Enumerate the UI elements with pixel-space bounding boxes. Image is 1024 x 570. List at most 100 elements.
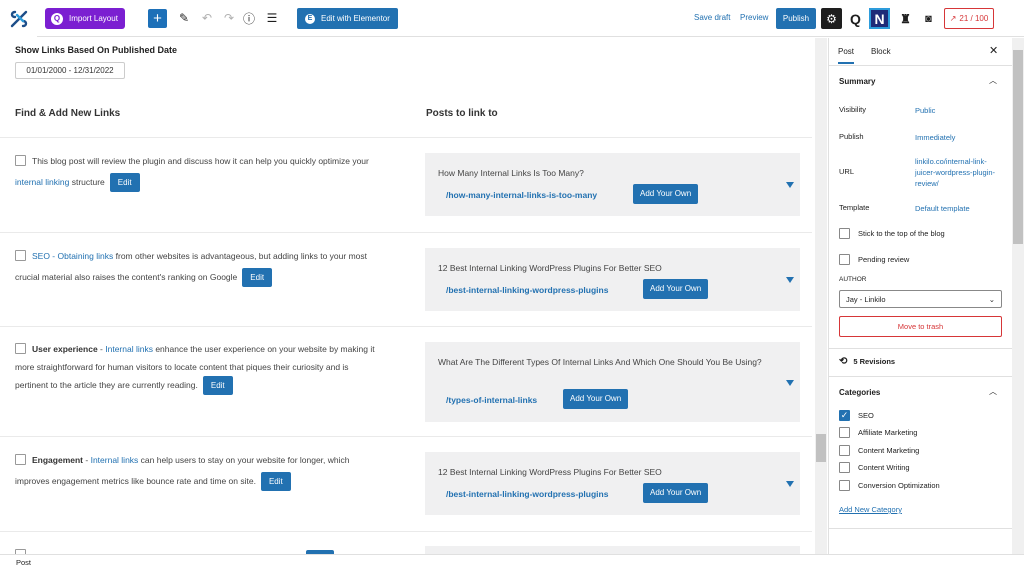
target-post-title: What Are The Different Types Of Internal… xyxy=(438,357,762,367)
author-select[interactable]: Jay - Linkilo ⌄ xyxy=(839,290,1002,308)
site-logo-icon[interactable] xyxy=(0,0,37,37)
add-new-category-link[interactable]: Add New Category xyxy=(839,505,902,514)
target-post-title: 12 Best Internal Linking WordPress Plugi… xyxy=(438,467,662,477)
row-checkbox[interactable] xyxy=(15,250,26,261)
quads-plugin-icon[interactable]: Q xyxy=(845,8,866,29)
date-filter-title: Show Links Based On Published Date xyxy=(15,45,178,55)
author-value: Jay - Linkilo xyxy=(846,294,886,304)
target-post-box: What Are The Different Types Of Internal… xyxy=(425,342,800,422)
score-value: 21 / 100 xyxy=(959,14,989,23)
category-checkbox[interactable]: Conversion Optimization xyxy=(839,480,940,491)
row-checkbox[interactable] xyxy=(15,454,26,465)
tab-post[interactable]: Post xyxy=(838,47,855,64)
sidebar-scrollbar[interactable] xyxy=(1012,38,1024,554)
template-label: Template xyxy=(839,203,870,212)
category-checkbox[interactable]: Content Writing xyxy=(839,462,910,473)
divider xyxy=(829,348,1012,349)
save-draft-link[interactable]: Save draft xyxy=(694,13,730,22)
edit-with-elementor-button[interactable]: E Edit with Elementor xyxy=(297,8,398,29)
row-checkbox[interactable] xyxy=(15,155,26,166)
summary-title[interactable]: Summary xyxy=(839,77,875,86)
expand-caret-icon[interactable] xyxy=(786,277,794,283)
template-value[interactable]: Default template xyxy=(915,203,1007,214)
add-your-own-button[interactable]: Add Your Own xyxy=(633,184,699,204)
edit-button[interactable]: Edit xyxy=(260,472,291,492)
target-post-slug[interactable]: /how-many-internal-links-is-too-many xyxy=(446,190,597,200)
expand-caret-icon[interactable] xyxy=(786,380,794,386)
visibility-label: Visibility xyxy=(839,105,866,114)
target-post-slug[interactable]: /types-of-internal-links xyxy=(446,395,537,405)
category-label: Affiliate Marketing xyxy=(858,428,918,437)
undo-icon[interactable]: ↶ xyxy=(199,10,215,26)
redo-icon[interactable]: ↷ xyxy=(221,10,237,26)
checkbox-box[interactable] xyxy=(839,445,850,456)
anchor-link[interactable]: internal linking xyxy=(15,177,69,187)
divider xyxy=(829,528,1012,529)
checkbox-box[interactable] xyxy=(839,462,850,473)
add-block-button[interactable]: + xyxy=(148,9,167,28)
pending-label: Pending review xyxy=(858,255,910,264)
anchor-link[interactable]: SEO - Obtaining links xyxy=(32,251,113,261)
checkbox-box[interactable] xyxy=(839,228,850,239)
edit-button[interactable]: Edit xyxy=(202,376,233,396)
quads-icon: Q xyxy=(51,12,63,25)
breadcrumb[interactable]: Post xyxy=(16,558,31,567)
add-your-own-button[interactable]: Add Your Own xyxy=(643,483,709,503)
close-icon[interactable]: ✕ xyxy=(989,44,998,57)
publish-value[interactable]: Immediately xyxy=(915,132,1007,143)
score-trend-icon: ↗ xyxy=(949,14,957,23)
settings-sidebar: Post Block ✕ Summary ︿ Visibility Public… xyxy=(828,38,1012,554)
tab-block[interactable]: Block xyxy=(871,47,891,56)
checkbox-box[interactable] xyxy=(839,480,850,491)
seo-score-button[interactable]: ↗ 21 / 100 xyxy=(944,8,994,29)
target-post-box: How Many Internal Links Is Too Many? /ho… xyxy=(425,153,800,216)
user-lock-icon[interactable]: ♜ xyxy=(895,8,916,29)
sticky-checkbox[interactable]: Stick to the top of the blog xyxy=(839,228,945,239)
date-range-input[interactable]: 01/01/2000 - 12/31/2022 xyxy=(15,62,125,79)
category-checkbox[interactable]: Content Marketing xyxy=(839,445,919,456)
category-label: Content Writing xyxy=(858,463,910,472)
url-value[interactable]: linkilo.co/internal-link-juicer-wordpres… xyxy=(915,156,1007,189)
edit-button[interactable]: Edit xyxy=(242,268,273,288)
checkbox-box[interactable] xyxy=(839,427,850,438)
add-your-own-button[interactable]: Add Your Own xyxy=(563,389,629,409)
row-checkbox[interactable] xyxy=(15,343,26,354)
category-label: Content Marketing xyxy=(858,446,920,455)
status-bar: Post xyxy=(0,554,1024,570)
target-post-slug[interactable]: /best-internal-linking-wordpress-plugins xyxy=(446,285,608,295)
category-checkbox-seo[interactable]: ✓ SEO xyxy=(839,410,874,421)
add-your-own-button[interactable]: Add Your Own xyxy=(643,279,709,299)
anchor-link[interactable]: Internal links xyxy=(105,344,153,354)
chevron-up-icon[interactable]: ︿ xyxy=(989,386,997,397)
categories-title[interactable]: Categories xyxy=(839,388,880,397)
category-checkbox[interactable]: Affiliate Marketing xyxy=(839,427,917,438)
edit-button[interactable]: Edit xyxy=(109,173,140,193)
link-suggestion-row: SEO - Obtaining links from other website… xyxy=(15,246,375,288)
chevron-up-icon[interactable]: ︿ xyxy=(989,75,997,86)
pencil-icon[interactable]: ✎ xyxy=(176,10,192,26)
target-post-title: How Many Internal Links Is Too Many? xyxy=(438,168,584,178)
publish-button[interactable]: Publish xyxy=(776,8,816,29)
revisions-link[interactable]: ⟲ 5 Revisions xyxy=(839,356,895,367)
n-plugin-icon[interactable]: N xyxy=(869,8,890,29)
expand-caret-icon[interactable] xyxy=(786,182,794,188)
target-post-title: 12 Best Internal Linking WordPress Plugi… xyxy=(438,263,662,273)
import-layout-button[interactable]: Q Import Layout xyxy=(45,8,125,29)
checkbox-box[interactable] xyxy=(839,254,850,265)
target-post-box xyxy=(425,546,800,554)
settings-gear-icon[interactable]: ⚙ xyxy=(821,8,842,29)
content-scrollbar[interactable] xyxy=(815,38,827,554)
category-label: SEO xyxy=(858,411,874,420)
url-label: URL xyxy=(839,167,855,176)
anchor-link[interactable]: Internal links xyxy=(91,455,139,465)
checkbox-checked-icon[interactable]: ✓ xyxy=(839,410,850,421)
preview-link[interactable]: Preview xyxy=(740,13,768,22)
list-view-icon[interactable]: ☰ xyxy=(264,10,280,26)
info-icon[interactable]: ⓘ xyxy=(241,10,257,26)
move-to-trash-button[interactable]: Move to trash xyxy=(839,316,1002,337)
target-post-slug[interactable]: /best-internal-linking-wordpress-plugins xyxy=(446,489,608,499)
visibility-value[interactable]: Public xyxy=(915,105,1007,116)
pending-review-checkbox[interactable]: Pending review xyxy=(839,254,909,265)
expand-caret-icon[interactable] xyxy=(786,481,794,487)
camera-icon[interactable]: ◙ xyxy=(918,8,939,29)
